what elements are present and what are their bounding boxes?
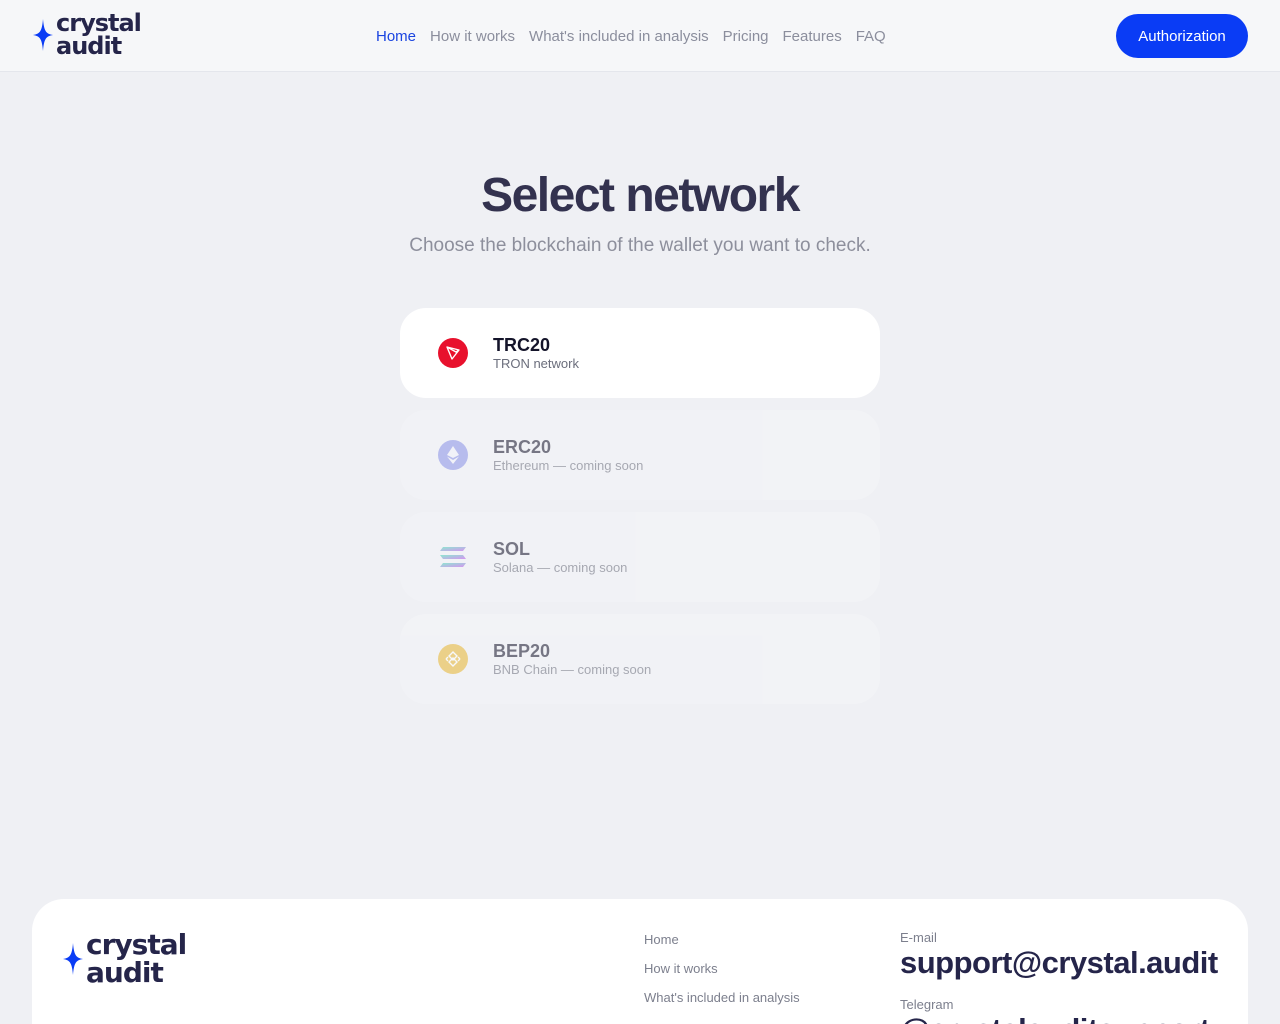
telegram-link[interactable]: @crystalauditsupport (900, 1012, 1210, 1024)
network-description: Solana — coming soon (493, 560, 628, 575)
network-option-erc20[interactable]: ERC20 Ethereum — coming soon (400, 410, 880, 500)
network-description: TRON network (493, 356, 579, 371)
page-subtitle: Choose the blockchain of the wallet you … (409, 235, 871, 256)
tron-icon (438, 338, 468, 368)
authorization-button[interactable]: Authorization (1116, 14, 1248, 58)
brand-wordmark: crystal audit (56, 11, 142, 60)
solana-icon (438, 542, 468, 572)
sparkle-icon (33, 19, 53, 51)
brand-logo[interactable]: crystal audit (32, 11, 142, 60)
brand-line2: audit (56, 32, 122, 60)
email-link[interactable]: support@crystal.audit (900, 945, 1218, 981)
nav-features[interactable]: Features (783, 28, 842, 45)
network-option-bep20[interactable]: BEP20 BNB Chain — coming soon (400, 614, 880, 704)
network-name: ERC20 (493, 437, 552, 457)
footer-logo[interactable]: crystal audit (62, 928, 187, 989)
footer-link-how-it-works[interactable]: How it works (644, 961, 800, 977)
network-name: TRC20 (493, 335, 551, 355)
main-nav: Home How it works What's included in ana… (376, 24, 886, 48)
footer-nav: Home How it works What's included in ana… (644, 932, 800, 1006)
ethereum-icon (438, 440, 468, 470)
nav-pricing[interactable]: Pricing (723, 28, 769, 45)
brand-line1: crystal (86, 928, 187, 961)
site-footer: crystal audit Home How it works What's i… (32, 899, 1248, 1024)
network-option-sol[interactable]: SOL Solana — coming soon (400, 512, 880, 602)
network-name: BEP20 (493, 641, 551, 661)
email-label: E-mail (900, 930, 937, 945)
brand-line2: audit (86, 956, 164, 989)
network-option-trc20[interactable]: TRC20 TRON network (400, 308, 880, 398)
network-name: SOL (493, 539, 531, 559)
footer-link-whats-included[interactable]: What's included in analysis (644, 990, 800, 1006)
network-description: Ethereum — coming soon (493, 458, 644, 473)
email-contact: E-mail support@crystal.audit (900, 930, 1218, 981)
nav-how-it-works[interactable]: How it works (430, 28, 515, 45)
site-header: crystal audit Home How it works What's i… (0, 0, 1280, 72)
nav-faq[interactable]: FAQ (856, 28, 886, 45)
telegram-label: Telegram (900, 997, 954, 1012)
nav-home[interactable]: Home (376, 28, 416, 45)
bnb-icon (438, 644, 468, 674)
nav-whats-included[interactable]: What's included in analysis (529, 28, 709, 45)
page-title: Select network (481, 169, 800, 222)
network-description: BNB Chain — coming soon (493, 662, 652, 677)
footer-wordmark: crystal audit (86, 928, 187, 989)
network-list: TRC20 TRON network ERC20 Ethereum — comi… (400, 308, 880, 716)
telegram-contact: Telegram @crystalauditsupport (900, 997, 1210, 1024)
footer-link-home[interactable]: Home (644, 932, 800, 948)
sparkle-icon (63, 943, 83, 975)
